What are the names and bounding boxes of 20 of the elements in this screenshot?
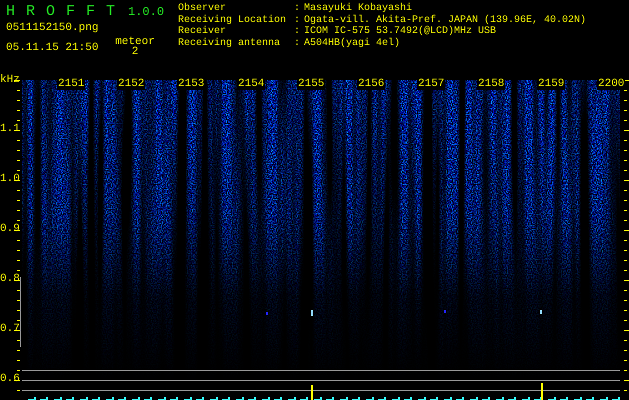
app-version: 1.0.0 (128, 5, 164, 19)
info-separator: : (294, 14, 302, 26)
info-label: Observer (178, 3, 228, 14)
info-label: Receiving antenna (178, 38, 282, 49)
app-title: H R O F F T (6, 3, 116, 20)
info-value: Masayuki Kobayashi (304, 3, 414, 14)
timestamp: 05.11.15 21:50 (6, 42, 100, 54)
info-separator: : (294, 26, 302, 38)
axis-label: 0.7 (0, 323, 20, 335)
info-separator: : (294, 38, 302, 49)
info-label: Receiver (178, 26, 228, 38)
meteor-count: 2 (130, 46, 140, 54)
info-value: Ogata-vill. Akita-Pref. JAPAN (139.96E, 40.02N) (304, 14, 586, 26)
info-separator: : (294, 3, 302, 14)
meteor-label: meteor (114, 36, 156, 48)
file-name: 0511152150.png (6, 22, 100, 34)
info-label: Receiving Location (178, 14, 288, 26)
info-value: ICOM IC-575 53.7492(@LCD)MHz USB (304, 26, 498, 38)
info-value: A504HB(yagi 4el) (304, 38, 402, 49)
axis-unit: kHz (0, 74, 20, 86)
